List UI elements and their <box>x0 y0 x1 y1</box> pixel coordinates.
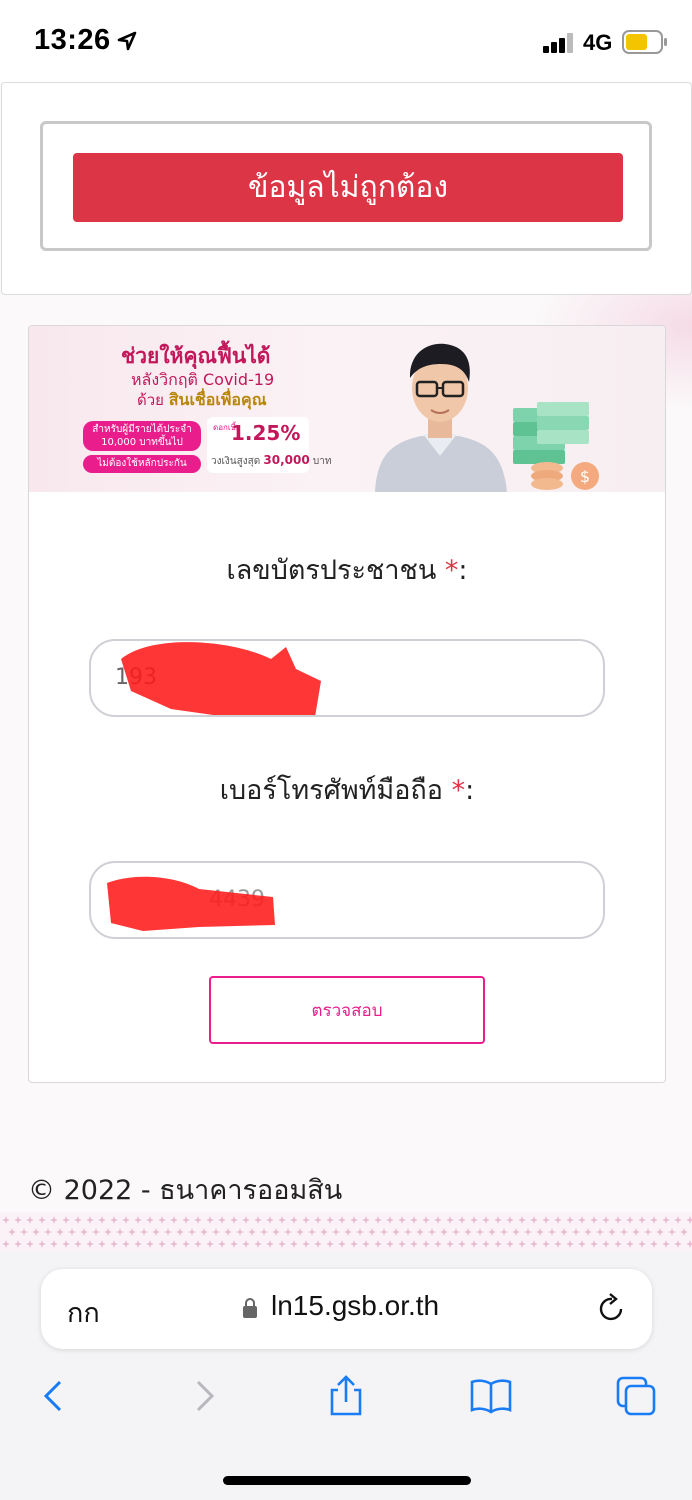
verification-form-card: ช่วยให้คุณฟื้นได้ หลังวิกฤติ Covid-19 ด้… <box>28 325 666 1083</box>
footer-copyright: © 2022 - ธนาคารออมสิน <box>28 1175 343 1206</box>
error-panel: ข้อมูลไม่ถูกต้อง <box>1 82 692 295</box>
forward-icon[interactable] <box>182 1374 226 1418</box>
browser-toolbar: กก ln15.gsb.or.th <box>0 1252 692 1500</box>
promo-banner[interactable]: ช่วยให้คุณฟื้นได้ หลังวิกฤติ Covid-19 ด้… <box>29 326 665 492</box>
battery-icon <box>622 30 667 54</box>
back-icon[interactable] <box>32 1374 76 1418</box>
lock-icon <box>243 1298 257 1318</box>
network-type: 4G <box>583 30 613 55</box>
signal-icon <box>543 33 573 53</box>
interest-rate: 1.25% <box>231 421 301 445</box>
interest-label: ดอกเบี้ย <box>213 423 241 432</box>
redaction-mark <box>121 642 321 715</box>
check-button[interactable]: ตรวจสอบ <box>209 976 485 1044</box>
error-frame: ข้อมูลไม่ถูกต้อง <box>40 121 652 251</box>
text-size-button[interactable]: กก <box>67 1291 100 1334</box>
id-card-label: เลขบัตรประชาชน *: <box>226 555 468 586</box>
status-time: 13:26 <box>34 24 111 56</box>
banner-rate-box: ดอกเบี้ย 1.25% วงเงินสูงสุด 30,000 บาท <box>207 417 331 473</box>
phone-input[interactable]: 4439 <box>89 861 605 939</box>
location-arrow-icon <box>117 31 137 51</box>
money-stack-icon: $ <box>513 402 599 490</box>
required-mark: * <box>444 555 459 586</box>
banner-product-line: ด้วย สินเชื่อเพื่อคุณ <box>137 390 267 409</box>
address-bar[interactable]: กก ln15.gsb.or.th <box>41 1269 652 1349</box>
share-icon[interactable] <box>324 1374 368 1418</box>
redaction-mark <box>107 876 275 931</box>
bookmarks-icon[interactable] <box>469 1374 513 1418</box>
banner-pill-collateral: ไม่ต้องใช้หลักประกัน <box>83 455 201 473</box>
banner-product: สินเชื่อเพื่อคุณ <box>168 390 267 409</box>
decorative-pattern <box>0 1212 692 1254</box>
id-card-input[interactable]: 193 <box>89 639 605 717</box>
required-mark: * <box>451 775 466 806</box>
loan-limit: วงเงินสูงสุด 30,000 บาท <box>211 453 332 467</box>
tabs-icon[interactable] <box>614 1374 658 1418</box>
banner-pill-income: สำหรับผู้มีรายได้ประจำ 10,000 บาทขึ้นไป <box>83 421 201 451</box>
error-message: ข้อมูลไม่ถูกต้อง <box>73 153 623 222</box>
status-bar: 13:26 4G <box>0 0 692 82</box>
svg-text:$: $ <box>580 467 590 486</box>
person-illustration <box>375 343 507 492</box>
url-text[interactable]: ln15.gsb.or.th <box>271 1290 439 1322</box>
reload-icon[interactable] <box>595 1292 629 1326</box>
home-indicator <box>223 1476 471 1485</box>
phone-label: เบอร์โทรศัพท์มือถือ *: <box>219 775 475 806</box>
